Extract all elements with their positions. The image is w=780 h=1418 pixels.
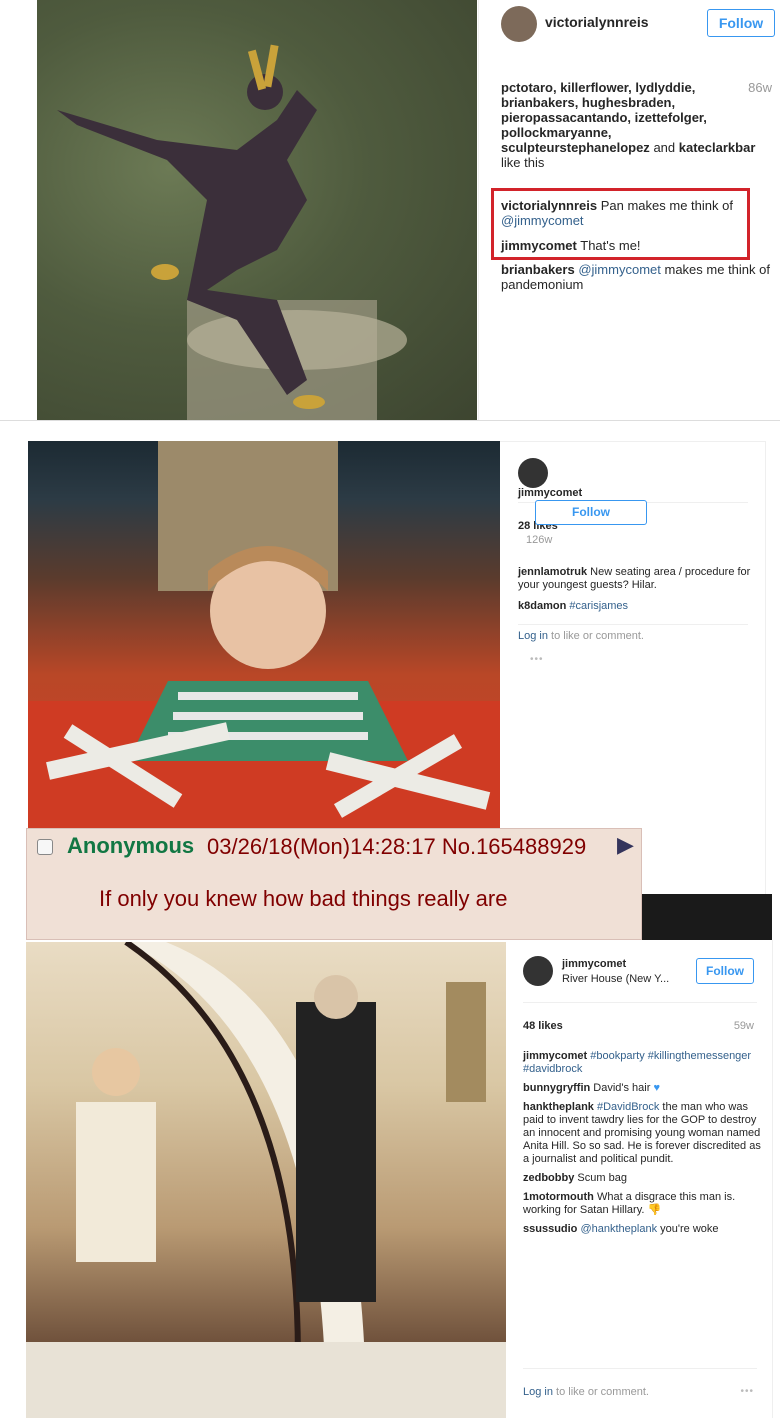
comment: jimmycomet #bookparty #killingthemesseng… bbox=[523, 1050, 767, 1076]
comment: jennlamotruk New seating area / procedur… bbox=[518, 566, 763, 592]
login-text: to like or comment. bbox=[551, 630, 644, 642]
comment: hanktheplank #DavidBrock the man who was… bbox=[523, 1101, 767, 1166]
username[interactable]: victorialynnreis bbox=[545, 14, 649, 30]
comment-user[interactable]: jimmycomet bbox=[523, 1050, 587, 1062]
post-time: 86w bbox=[748, 80, 772, 95]
post-time: 126w bbox=[526, 534, 553, 546]
comment-mention[interactable]: @jimmycomet bbox=[501, 213, 584, 228]
post-sidebar: jimmycomet River House (New Y... Follow … bbox=[507, 940, 773, 1418]
post-photo-child-taped bbox=[28, 441, 500, 831]
likes-list: pctotaro, killerflower, lydlyddie, brian… bbox=[501, 80, 756, 170]
likers[interactable]: pctotaro, killerflower, lydlyddie, brian… bbox=[501, 80, 707, 155]
comment-user[interactable]: ssussudio bbox=[523, 1223, 577, 1235]
statue-illustration bbox=[57, 44, 407, 420]
staircase-illustration bbox=[26, 942, 506, 1418]
post-header: victorialynnreis Follow bbox=[501, 0, 780, 52]
divider bbox=[523, 1368, 757, 1369]
username[interactable]: jimmycomet bbox=[518, 487, 582, 499]
post-datetime[interactable]: 03/26/18(Mon)14:28:17 No.165488929 bbox=[207, 834, 586, 860]
child-illustration bbox=[28, 441, 500, 831]
follow-button[interactable]: Follow bbox=[696, 958, 754, 984]
location-link[interactable]: River House (New Y... bbox=[562, 973, 669, 985]
comment-list: jimmycomet #bookparty #killingthemesseng… bbox=[523, 1050, 767, 1242]
comment: victorialynnreis Pan makes me think of @… bbox=[501, 198, 751, 228]
chan-post: Anonymous 03/26/18(Mon)14:28:17 No.16548… bbox=[26, 828, 642, 940]
comment-text: That's me! bbox=[580, 238, 641, 253]
comment-text: David's hair bbox=[593, 1082, 651, 1094]
comment-text: you're woke bbox=[660, 1223, 719, 1235]
login-prompt: Log in to like or comment. bbox=[523, 1386, 649, 1398]
heart-icon: ♥ bbox=[653, 1082, 660, 1094]
comment-user[interactable]: victorialynnreis bbox=[501, 198, 597, 213]
comment: k8damon #carisjames bbox=[518, 600, 763, 613]
comment-user[interactable]: hanktheplank bbox=[523, 1101, 594, 1113]
likes-count[interactable]: 48 likes bbox=[523, 1020, 563, 1032]
thumbs-down-icon: 👎 bbox=[647, 1204, 662, 1216]
follow-button[interactable]: Follow bbox=[707, 9, 775, 37]
comment-user[interactable]: brianbakers bbox=[501, 262, 575, 277]
login-link[interactable]: Log in bbox=[523, 1386, 553, 1398]
instagram-post-1: victorialynnreis Follow pctotaro, killer… bbox=[0, 0, 780, 420]
last-liker[interactable]: kateclarkbar bbox=[679, 140, 756, 155]
post-time: 59w bbox=[733, 1020, 754, 1032]
comment-user[interactable]: k8damon bbox=[518, 600, 566, 612]
comment-hashtag[interactable]: #carisjames bbox=[569, 600, 628, 612]
login-text: to like or comment. bbox=[556, 1386, 649, 1398]
likes-suffix: like this bbox=[501, 155, 545, 170]
comment: bunnygryffin David's hair ♥ bbox=[523, 1082, 767, 1095]
login-link[interactable]: Log in bbox=[518, 630, 548, 642]
instagram-post-3: jimmycomet River House (New Y... Follow … bbox=[0, 894, 780, 1418]
comment-user[interactable]: 1motormouth bbox=[523, 1191, 594, 1203]
comment: 1motormouth What a disgrace this man is.… bbox=[523, 1191, 767, 1217]
divider bbox=[518, 624, 748, 625]
username[interactable]: jimmycomet bbox=[562, 958, 626, 970]
comment-mention[interactable]: @hanktheplank bbox=[580, 1223, 657, 1235]
divider bbox=[523, 1002, 757, 1003]
follow-button[interactable]: Follow bbox=[535, 500, 647, 525]
comment-user[interactable]: zedbobby bbox=[523, 1172, 574, 1184]
post-photo-staircase bbox=[26, 942, 506, 1418]
comment-text: Scum bag bbox=[577, 1172, 627, 1184]
comment-hashtag[interactable]: #DavidBrock bbox=[597, 1101, 659, 1113]
comment: brianbakers @jimmycomet makes me think o… bbox=[501, 262, 773, 292]
avatar[interactable] bbox=[518, 458, 548, 488]
image-edge-strip bbox=[642, 894, 772, 940]
comment-text: Pan makes me think of bbox=[600, 198, 733, 213]
avatar[interactable] bbox=[501, 6, 537, 42]
post-sidebar: victorialynnreis Follow pctotaro, killer… bbox=[478, 0, 780, 420]
comment-mention[interactable]: @jimmycomet bbox=[578, 262, 661, 277]
post-menu-arrow-icon[interactable]: ▶ bbox=[617, 832, 634, 858]
more-options-icon[interactable]: ••• bbox=[530, 654, 544, 665]
comment-user[interactable]: jimmycomet bbox=[501, 238, 577, 253]
poster-name: Anonymous bbox=[67, 833, 195, 858]
likes-and: and bbox=[653, 140, 676, 155]
comment: zedbobby Scum bag bbox=[523, 1172, 767, 1185]
comment: jimmycomet That's me! bbox=[501, 238, 751, 253]
post-photo-pan-statue bbox=[37, 0, 477, 420]
post-message: If only you knew how bad things really a… bbox=[99, 886, 508, 911]
comment-user[interactable]: bunnygryffin bbox=[523, 1082, 590, 1094]
comment: ssussudio @hanktheplank you're woke bbox=[523, 1223, 767, 1236]
login-prompt: Log in to like or comment. bbox=[518, 630, 644, 642]
more-options-icon[interactable]: ••• bbox=[740, 1386, 754, 1397]
post-checkbox[interactable] bbox=[37, 839, 53, 855]
avatar[interactable] bbox=[523, 956, 553, 986]
comment-user[interactable]: jennlamotruk bbox=[518, 566, 587, 578]
